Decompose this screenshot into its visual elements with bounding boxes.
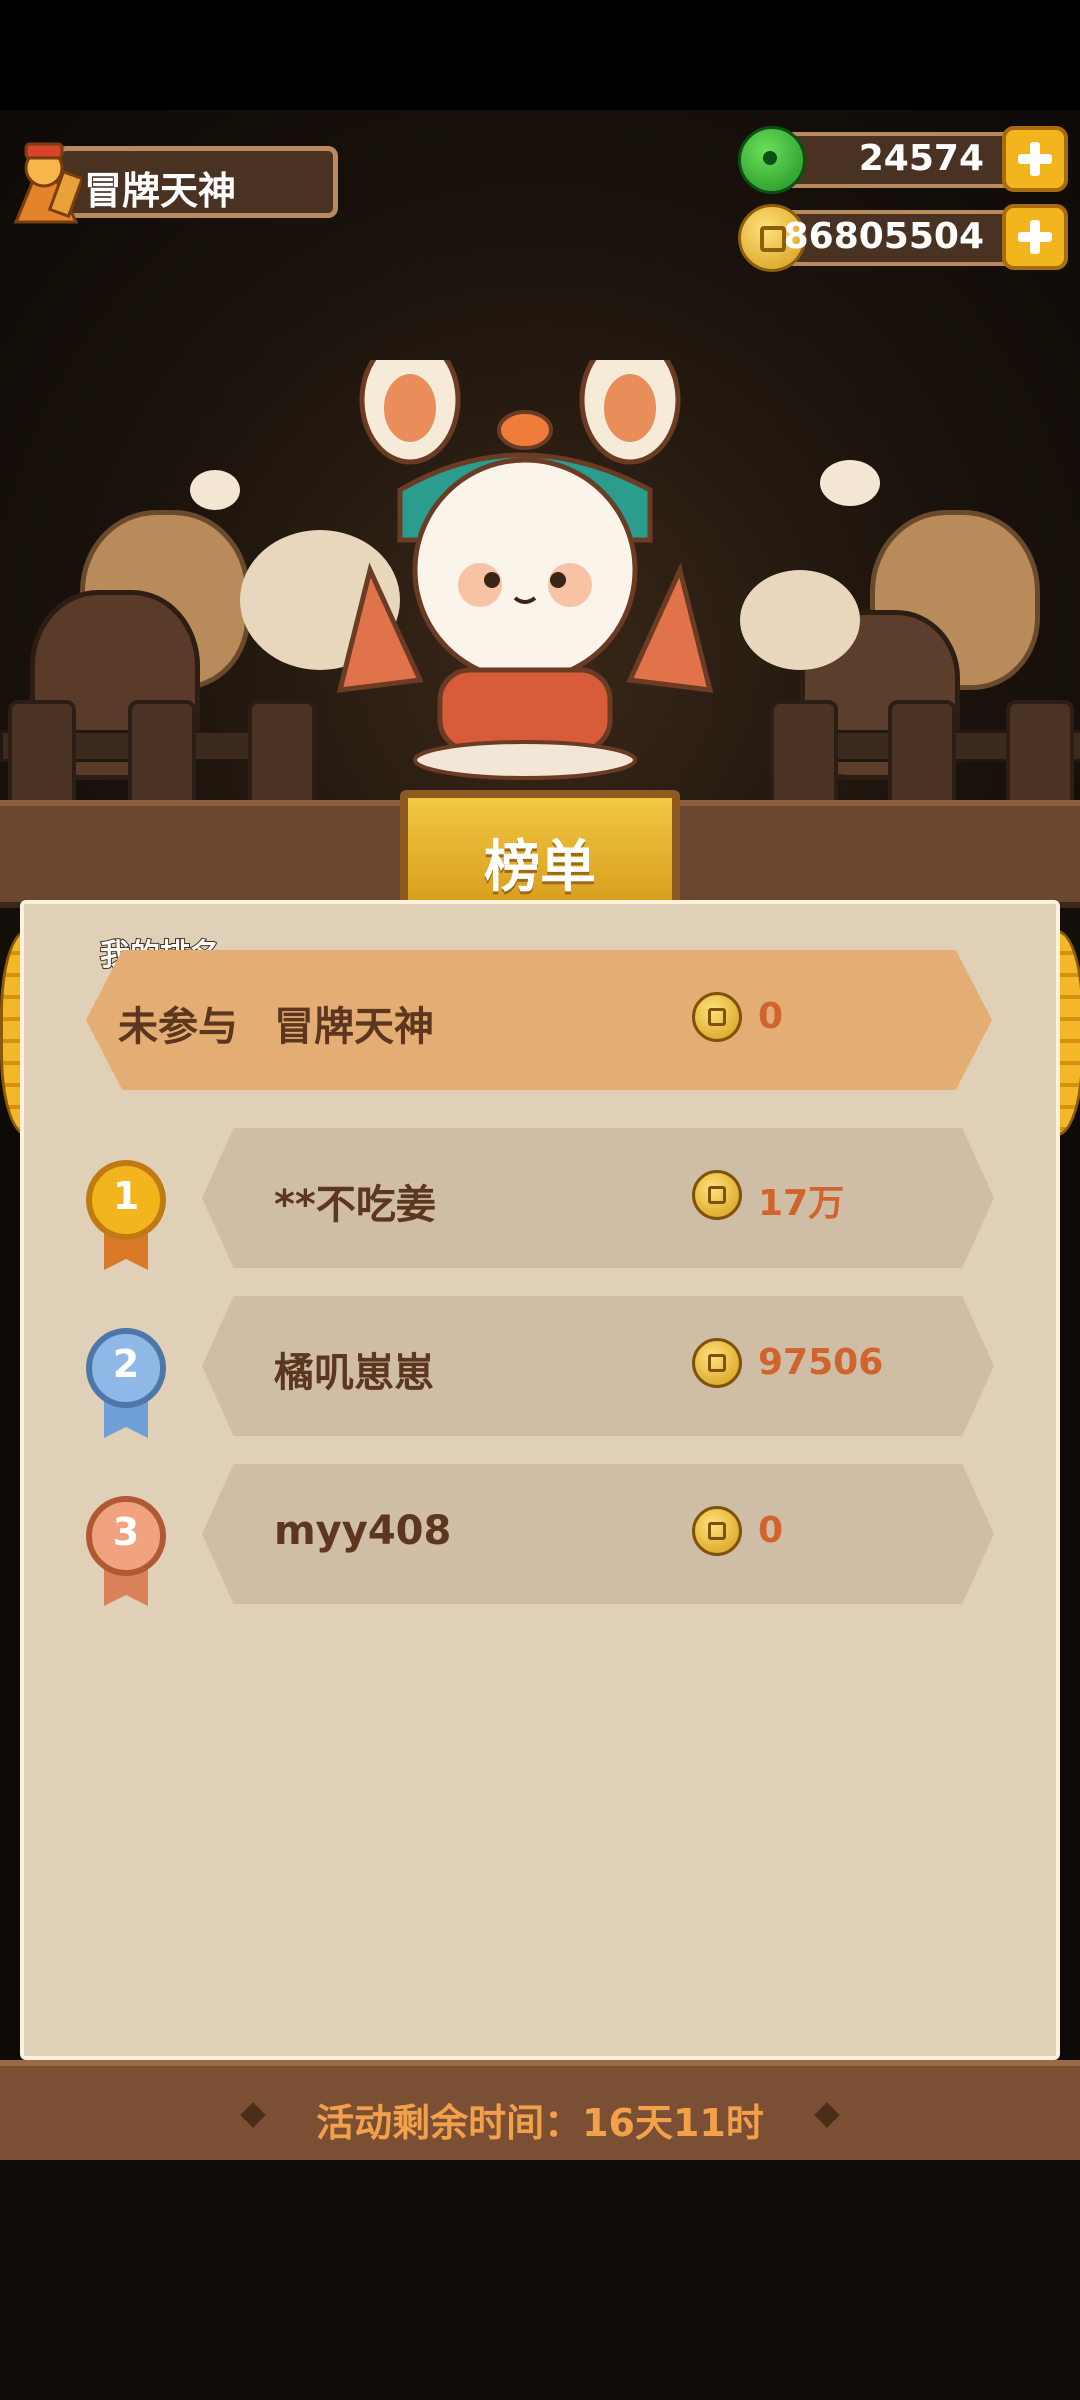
jade-currency: 24574 bbox=[738, 124, 1068, 194]
silver-medal-icon: 2 bbox=[86, 1328, 166, 1438]
profile-name: 冒牌天神 bbox=[84, 169, 237, 213]
profile-card[interactable]: 冒牌天神 bbox=[6, 130, 338, 224]
coin-icon bbox=[692, 1170, 742, 1220]
my-rank-row: 未参与 冒牌天神 0 bbox=[86, 950, 992, 1090]
event-timer-bar: 活动剩余时间：16天11时 bbox=[0, 2060, 1080, 2168]
leaderboard-title: 榜单 bbox=[484, 835, 596, 900]
coin-icon bbox=[692, 1506, 742, 1556]
event-remaining-time: 活动剩余时间：16天11时 bbox=[316, 2101, 764, 2145]
coin-icon bbox=[692, 992, 742, 1042]
player-value: 0 bbox=[758, 1510, 784, 1551]
my-rank-status: 未参与 bbox=[118, 1004, 238, 1050]
rabbit-mascot-icon bbox=[336, 360, 714, 780]
leaderboard-row: 橘叽崽崽 97506 bbox=[202, 1296, 994, 1436]
player-value: 17万 bbox=[758, 1183, 845, 1224]
background-scene-bottom bbox=[0, 2160, 1080, 2400]
my-rank-value: 0 bbox=[758, 996, 784, 1037]
player-name: 橘叽崽崽 bbox=[274, 1350, 434, 1396]
bronze-medal-icon: 3 bbox=[86, 1496, 166, 1606]
leaderboard-row: myy408 0 bbox=[202, 1464, 994, 1604]
gold-medal-icon: 1 bbox=[86, 1160, 166, 1270]
player-name: **不吃姜 bbox=[274, 1182, 436, 1228]
coin-value: 86805504 bbox=[783, 216, 984, 257]
player-value: 97506 bbox=[758, 1342, 884, 1383]
status-bar bbox=[0, 0, 1080, 110]
add-jade-button[interactable] bbox=[1002, 126, 1068, 192]
player-name: myy408 bbox=[274, 1508, 452, 1554]
coin-icon bbox=[692, 1338, 742, 1388]
my-rank-name: 冒牌天神 bbox=[274, 1004, 434, 1050]
coin-currency: 86805504 bbox=[738, 202, 1068, 272]
jade-icon bbox=[738, 126, 806, 194]
jade-value: 24574 bbox=[858, 138, 984, 179]
add-coin-button[interactable] bbox=[1002, 204, 1068, 270]
avatar-icon bbox=[13, 142, 82, 224]
leaderboard-title-plate: 榜单 bbox=[400, 790, 680, 910]
leaderboard-row: **不吃姜 17万 bbox=[202, 1128, 994, 1268]
